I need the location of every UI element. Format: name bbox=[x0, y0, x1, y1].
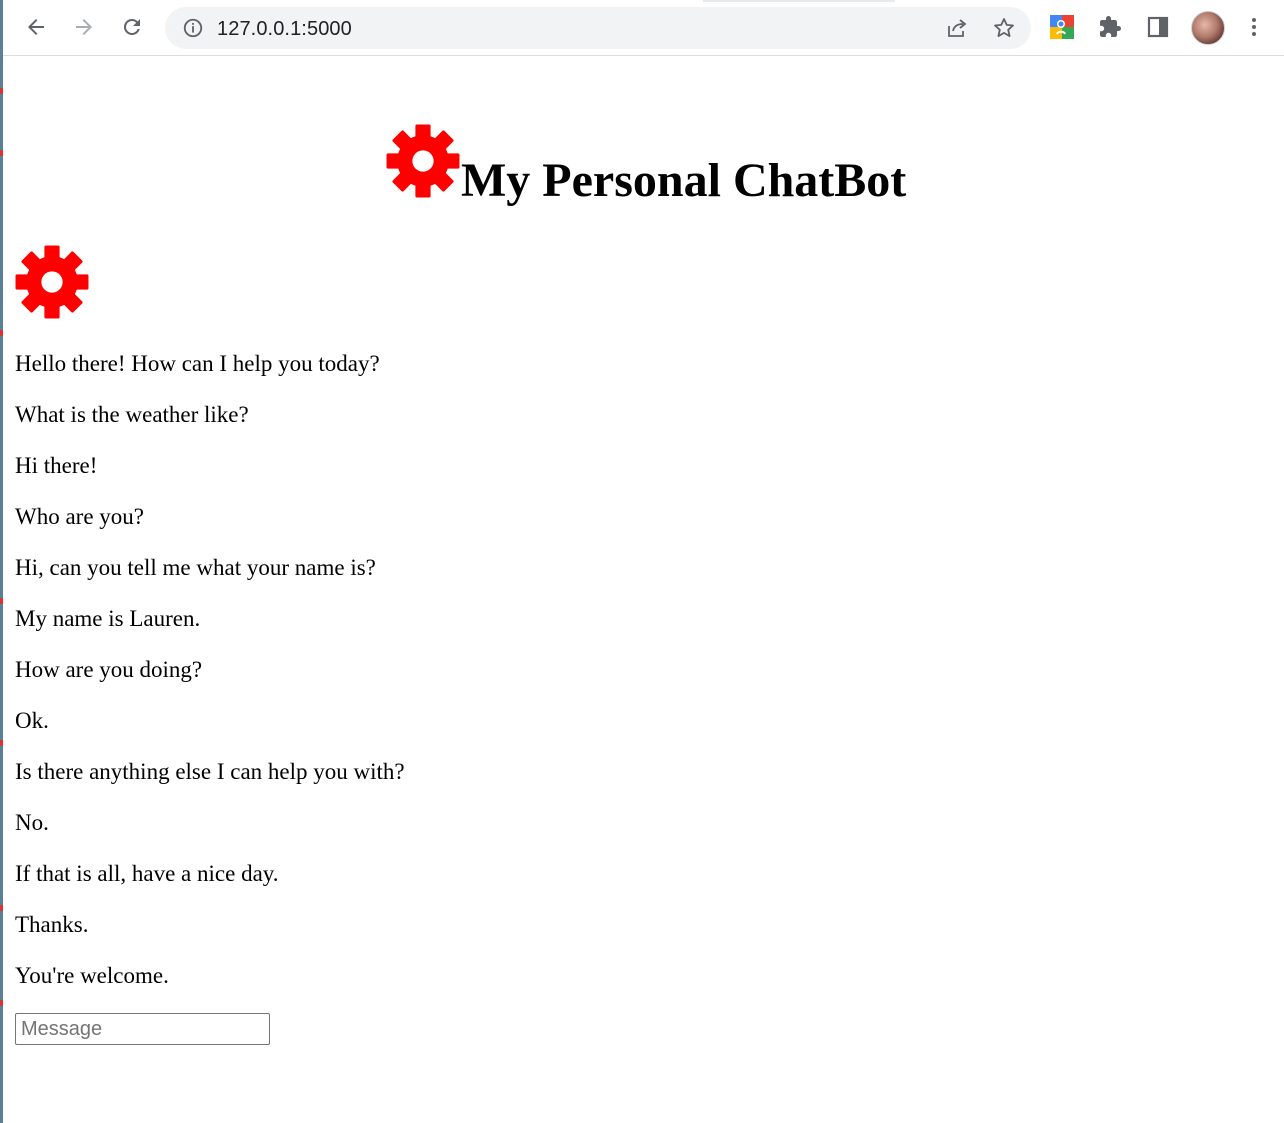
arrow-right-icon bbox=[76, 19, 92, 35]
arrow-left-icon bbox=[28, 19, 44, 35]
side-panel-icon bbox=[1147, 16, 1169, 38]
chat-message: If that is all, have a nice day. bbox=[15, 861, 279, 886]
chat-message: What is the weather like? bbox=[15, 402, 249, 427]
chat-message: Is there anything else I can help you wi… bbox=[15, 759, 405, 784]
google-extension-icon bbox=[1050, 15, 1074, 39]
reload-icon bbox=[123, 18, 140, 35]
chat-message: Hello there! How can I help you today? bbox=[15, 351, 380, 376]
chat-message: Hi there! bbox=[15, 453, 98, 478]
page-title: My Personal ChatBot bbox=[461, 154, 907, 207]
chat-messages: Hello there! How can I help you today? W… bbox=[15, 347, 915, 1010]
extensions-button[interactable] bbox=[1093, 10, 1127, 44]
share-button[interactable] bbox=[941, 12, 973, 44]
chat-message: Who are you? bbox=[15, 504, 144, 529]
page-content: My Personal ChatBot Hello there! How can… bbox=[3, 57, 1284, 1123]
reload-button[interactable] bbox=[115, 10, 149, 44]
chat-message: My name is Lauren. bbox=[15, 606, 201, 631]
browser-window: 127.0.0.1:5000 My Personal ChatBot Hello… bbox=[0, 0, 1284, 1123]
google-extension-button[interactable] bbox=[1045, 10, 1079, 44]
star-icon bbox=[994, 18, 1014, 37]
tab-strip-edge bbox=[703, 0, 895, 2]
profile-avatar[interactable] bbox=[1191, 11, 1225, 45]
bot-gear-icon bbox=[15, 245, 89, 319]
bookmark-button[interactable] bbox=[988, 12, 1020, 44]
side-panel-button[interactable] bbox=[1141, 10, 1175, 44]
info-icon bbox=[183, 18, 203, 38]
chat-message: Ok. bbox=[15, 708, 49, 733]
chat-message: How are you doing? bbox=[15, 657, 203, 682]
chat-message: You're welcome. bbox=[15, 963, 169, 988]
chat-message: Thanks. bbox=[15, 912, 89, 937]
back-button[interactable] bbox=[19, 10, 53, 44]
address-bar[interactable]: 127.0.0.1:5000 bbox=[165, 7, 1031, 49]
url-text: 127.0.0.1:5000 bbox=[217, 18, 352, 40]
puzzle-icon bbox=[1100, 16, 1121, 37]
kebab-menu-icon bbox=[1252, 18, 1256, 36]
browser-menu-button[interactable] bbox=[1237, 10, 1271, 44]
site-info-button[interactable] bbox=[177, 12, 209, 44]
chat-message: Hi, can you tell me what your name is? bbox=[15, 555, 376, 580]
forward-button[interactable] bbox=[67, 10, 101, 44]
gear-icon bbox=[386, 124, 460, 198]
share-icon bbox=[948, 19, 967, 37]
browser-toolbar: 127.0.0.1:5000 bbox=[3, 0, 1284, 56]
message-input[interactable] bbox=[15, 1013, 270, 1045]
chat-message: No. bbox=[15, 810, 49, 835]
page-header: My Personal ChatBot bbox=[385, 124, 907, 207]
